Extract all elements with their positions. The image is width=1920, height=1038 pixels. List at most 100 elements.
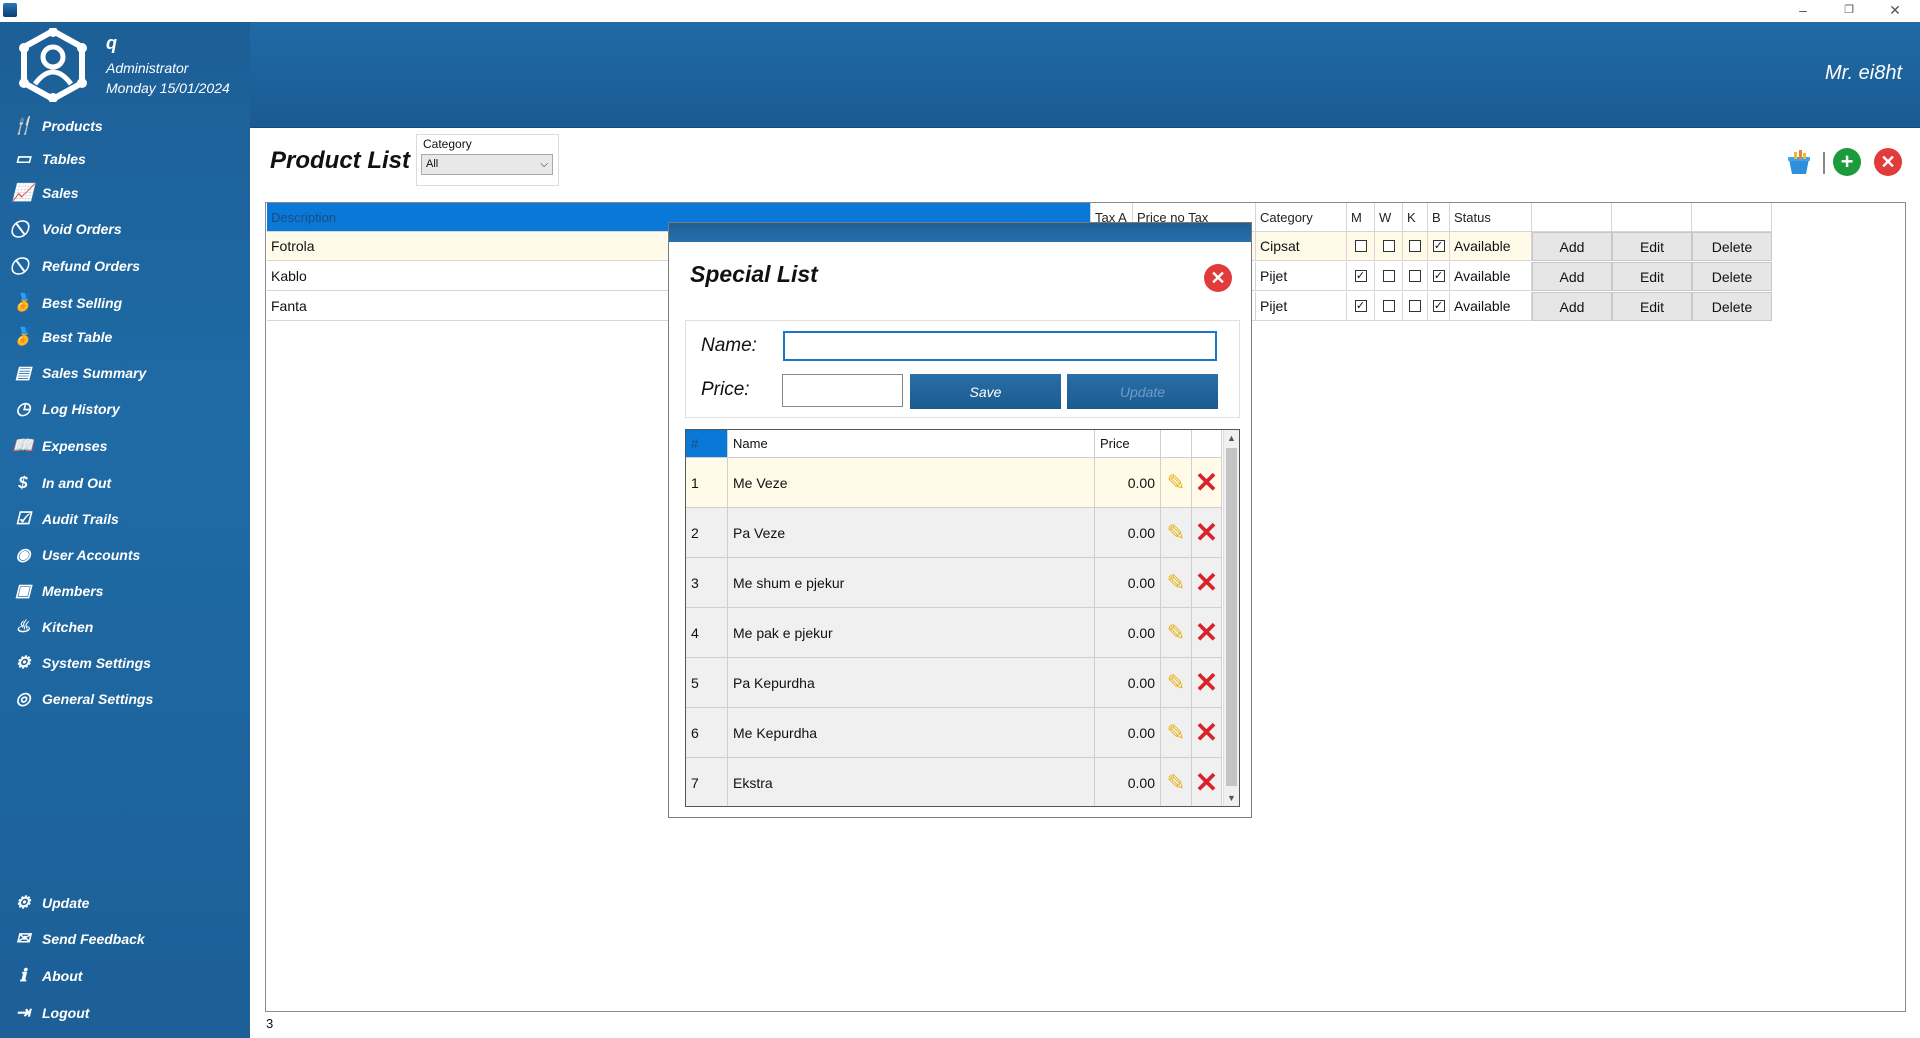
sidebar-item-system-settings[interactable]: ⚙ System Settings (12, 650, 151, 676)
sidebar-item-void-orders[interactable]: ⃠ Void Orders (12, 216, 122, 242)
sidebar-item-expenses[interactable]: 📖 Expenses (12, 433, 107, 459)
save-button[interactable]: Save (910, 374, 1061, 409)
special-header-cell[interactable] (1161, 430, 1192, 458)
delete-button[interactable]: ✕ (1192, 658, 1222, 708)
cell-add[interactable]: Add (1532, 292, 1612, 321)
close-window-button[interactable]: ✕ (1872, 0, 1918, 22)
list-item[interactable]: 6 Me Kepurdha 0.00 ✎ ✕ (686, 708, 1222, 758)
checkbox[interactable]: ✓ (1432, 240, 1445, 252)
delete-button[interactable]: ✕ (1192, 508, 1222, 558)
grid-header-cell[interactable]: Status (1450, 203, 1532, 232)
scroll-thumb[interactable] (1226, 448, 1237, 786)
update-button[interactable]: Update (1067, 374, 1218, 409)
grid-header-cell[interactable]: K (1403, 203, 1428, 232)
sidebar-item-in-and-out[interactable]: $ In and Out (12, 470, 111, 496)
cell-w[interactable] (1375, 292, 1403, 321)
grid-header-cell[interactable]: W (1375, 203, 1403, 232)
cell-w[interactable] (1375, 232, 1403, 261)
cell-b[interactable]: ✓ (1428, 232, 1450, 261)
sidebar-bottom-item-about[interactable]: ℹ About (12, 963, 83, 989)
checkbox[interactable]: ✓ (1432, 270, 1445, 282)
basket-icon[interactable] (1785, 148, 1813, 176)
delete-button[interactable]: ✕ (1192, 708, 1222, 758)
scroll-down-icon[interactable]: ▼ (1224, 790, 1239, 806)
checkbox[interactable] (1354, 240, 1367, 252)
delete-button[interactable]: ✕ (1192, 608, 1222, 658)
cell-k[interactable] (1403, 292, 1428, 321)
edit-button[interactable]: ✎ (1161, 558, 1192, 608)
edit-button[interactable]: ✎ (1161, 758, 1192, 806)
cell-add[interactable]: Add (1532, 232, 1612, 261)
checkbox[interactable]: ✓ (1432, 300, 1445, 312)
cell-k[interactable] (1403, 262, 1428, 291)
cell-k[interactable] (1403, 232, 1428, 261)
checkbox[interactable] (1409, 270, 1421, 282)
cell-m[interactable]: ✓ (1347, 262, 1375, 291)
sidebar-item-best-table[interactable]: 🏅 Best Table (12, 324, 112, 350)
sidebar-bottom-item-update[interactable]: ⚙ Update (12, 890, 89, 916)
sidebar-item-tables[interactable]: ▭ Tables (12, 146, 86, 172)
sidebar-item-refund-orders[interactable]: ⃠ Refund Orders (12, 253, 140, 279)
cell-delete[interactable]: Delete (1692, 232, 1772, 261)
sidebar-item-sales[interactable]: 📈 Sales (12, 180, 78, 206)
category-select[interactable]: All (421, 154, 553, 175)
delete-button[interactable]: ✕ (1192, 758, 1222, 806)
name-input[interactable] (783, 331, 1217, 361)
cell-edit[interactable]: Edit (1612, 292, 1692, 321)
special-header-cell[interactable] (1192, 430, 1222, 458)
grid-header-cell[interactable]: M (1347, 203, 1375, 232)
list-item[interactable]: 7 Ekstra 0.00 ✎ ✕ (686, 758, 1222, 806)
sidebar-item-log-history[interactable]: ◷ Log History (12, 396, 120, 422)
cell-edit[interactable]: Edit (1612, 262, 1692, 291)
checkbox[interactable] (1382, 270, 1395, 282)
cell-add[interactable]: Add (1532, 262, 1612, 291)
list-item[interactable]: 3 Me shum e pjekur 0.00 ✎ ✕ (686, 558, 1222, 608)
sidebar-item-user-accounts[interactable]: ◉ User Accounts (12, 542, 141, 568)
edit-button[interactable]: ✎ (1161, 608, 1192, 658)
sidebar-item-sales-summary[interactable]: ▤ Sales Summary (12, 360, 146, 386)
vertical-scrollbar[interactable]: ▲ ▼ (1223, 430, 1239, 806)
sidebar-item-best-selling[interactable]: 🏅 Best Selling (12, 290, 122, 316)
special-header-cell[interactable]: Price (1095, 430, 1161, 458)
grid-header-cell[interactable] (1612, 203, 1692, 232)
special-header-cell[interactable]: Name (728, 430, 1095, 458)
cell-b[interactable]: ✓ (1428, 262, 1450, 291)
add-product-button[interactable]: + (1833, 148, 1861, 176)
close-page-button[interactable]: ✕ (1874, 148, 1902, 176)
sidebar-item-audit-trails[interactable]: ☑ Audit Trails (12, 506, 118, 532)
dialog-close-button[interactable]: ✕ (1204, 264, 1232, 292)
sidebar-item-kitchen[interactable]: ♨ Kitchen (12, 614, 93, 640)
minimize-button[interactable]: – (1780, 0, 1826, 22)
cell-m[interactable]: ✓ (1347, 292, 1375, 321)
edit-button[interactable]: ✎ (1161, 508, 1192, 558)
price-input[interactable] (782, 374, 903, 407)
sidebar-bottom-item-logout[interactable]: ⇥ Logout (12, 1000, 90, 1026)
cell-edit[interactable]: Edit (1612, 232, 1692, 261)
grid-header-cell[interactable]: B (1428, 203, 1450, 232)
grid-header-cell[interactable] (1532, 203, 1612, 232)
edit-button[interactable]: ✎ (1161, 708, 1192, 758)
cell-m[interactable] (1347, 232, 1375, 261)
list-item[interactable]: 2 Pa Veze 0.00 ✎ ✕ (686, 508, 1222, 558)
checkbox[interactable] (1382, 240, 1395, 252)
edit-button[interactable]: ✎ (1161, 458, 1192, 508)
edit-button[interactable]: ✎ (1161, 658, 1192, 708)
list-item[interactable]: 5 Pa Kepurdha 0.00 ✎ ✕ (686, 658, 1222, 708)
scroll-up-icon[interactable]: ▲ (1224, 430, 1239, 446)
checkbox[interactable] (1382, 300, 1395, 312)
sidebar-item-general-settings[interactable]: ◎ General Settings (12, 686, 154, 712)
cell-w[interactable] (1375, 262, 1403, 291)
sidebar-bottom-item-send-feedback[interactable]: ✉ Send Feedback (12, 926, 145, 952)
sidebar-item-products[interactable]: 🍴 Products (12, 113, 102, 139)
delete-button[interactable]: ✕ (1192, 458, 1222, 508)
cell-delete[interactable]: Delete (1692, 292, 1772, 321)
dialog-titlebar[interactable] (669, 223, 1251, 242)
sidebar-item-members[interactable]: ▣ Members (12, 578, 104, 604)
grid-header-cell[interactable] (1692, 203, 1772, 232)
restore-button[interactable]: ❐ (1826, 0, 1872, 22)
grid-header-cell[interactable]: Category (1256, 203, 1347, 232)
delete-button[interactable]: ✕ (1192, 558, 1222, 608)
list-item[interactable]: 1 Me Veze 0.00 ✎ ✕ (686, 458, 1222, 508)
checkbox[interactable]: ✓ (1354, 270, 1367, 282)
cell-b[interactable]: ✓ (1428, 292, 1450, 321)
